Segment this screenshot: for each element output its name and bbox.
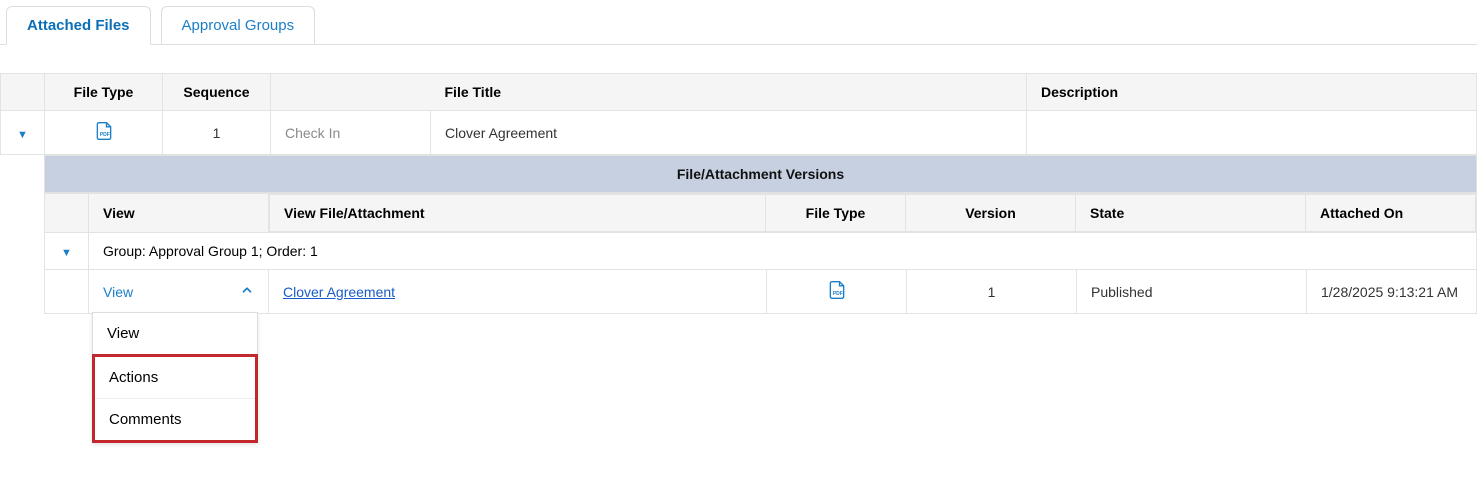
header-v-view: View — [89, 194, 269, 233]
dropdown-item-comments[interactable]: Comments — [95, 399, 255, 440]
table-row: ▼ PDF 1 Check In Clover Agreement — [1, 111, 1477, 155]
header-v-viewfile: View File/Attachment — [270, 195, 766, 232]
header-file-title: File Title — [431, 74, 1027, 111]
chevron-up-icon — [240, 283, 254, 300]
tabs: Attached Files Approval Groups — [0, 0, 1477, 45]
dropdown-item-actions[interactable]: Actions — [95, 357, 255, 399]
file-link[interactable]: Clover Agreement — [283, 284, 395, 300]
caret-down-icon[interactable]: ▼ — [61, 247, 72, 259]
group-expander[interactable]: ▼ — [45, 233, 89, 270]
version-row: View Clover Agreement PDF — [45, 270, 1477, 314]
header-v-expander — [45, 194, 89, 233]
file-type-cell: PDF — [45, 111, 163, 155]
sequence-cell: 1 — [163, 111, 271, 155]
row-expander[interactable]: ▼ — [1, 111, 45, 155]
versions-title: File/Attachment Versions — [44, 155, 1477, 193]
svg-text:PDF: PDF — [832, 291, 842, 297]
highlighted-headers: View File/Attachment File Type Version S… — [269, 194, 1477, 233]
file-title-cell: Clover Agreement — [431, 111, 1027, 155]
pdf-icon: PDF — [94, 121, 114, 144]
caret-down-icon[interactable]: ▼ — [17, 129, 28, 141]
group-label: Group: Approval Group 1; Order: 1 — [89, 233, 1477, 270]
view-dropdown-trigger[interactable]: View — [103, 283, 254, 300]
dropdown-item-view[interactable]: View — [93, 313, 257, 355]
header-sequence: Sequence — [163, 74, 271, 111]
svg-text:PDF: PDF — [99, 132, 109, 138]
versions-table: View View File/Attachment File Type Vers… — [44, 193, 1477, 314]
files-table: File Type Sequence File Title Descriptio… — [0, 73, 1477, 155]
tab-approval-groups[interactable]: Approval Groups — [161, 6, 316, 44]
v-version-cell: 1 — [907, 270, 1077, 314]
tab-attached-files[interactable]: Attached Files — [6, 6, 151, 45]
v-state-cell: Published — [1077, 270, 1307, 314]
description-cell — [1027, 111, 1477, 155]
versions-section: File/Attachment Versions View View File/… — [44, 155, 1477, 314]
check-in-cell[interactable]: Check In — [271, 111, 431, 155]
view-cell[interactable]: View — [89, 270, 269, 314]
dropdown-highlighted-items: Actions Comments — [92, 354, 258, 443]
group-row: ▼ Group: Approval Group 1; Order: 1 — [45, 233, 1477, 270]
header-file-type: File Type — [45, 74, 163, 111]
version-row-spacer — [45, 270, 89, 314]
view-label: View — [103, 284, 133, 300]
v-filetype-cell: PDF — [767, 270, 907, 314]
view-dropdown-menu: View Actions Comments — [92, 312, 258, 443]
header-blank — [271, 74, 431, 111]
header-v-filetype: File Type — [766, 195, 906, 232]
header-v-state: State — [1076, 195, 1306, 232]
header-description: Description — [1027, 74, 1477, 111]
header-v-attached: Attached On — [1306, 195, 1476, 232]
pdf-icon: PDF — [827, 280, 847, 303]
header-v-version: Version — [906, 195, 1076, 232]
header-expander — [1, 74, 45, 111]
v-attached-cell: 1/28/2025 9:13:21 AM — [1307, 270, 1477, 314]
view-file-cell: Clover Agreement — [269, 270, 767, 314]
